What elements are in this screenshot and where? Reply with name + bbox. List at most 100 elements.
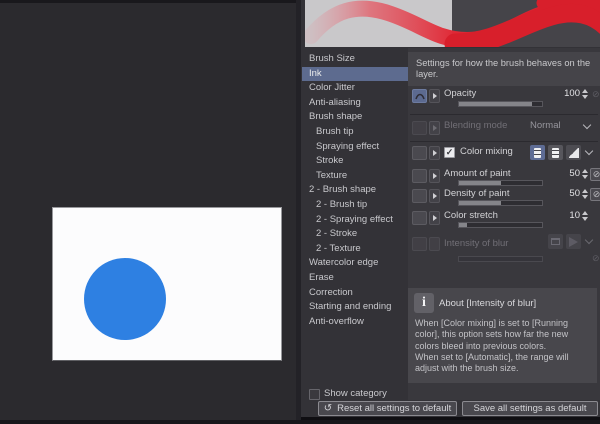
opacity-label: Opacity [444, 88, 477, 99]
chevron-down-icon [584, 235, 594, 245]
density-of-paint-value[interactable]: 50 [550, 188, 580, 199]
opacity-stepper[interactable] [581, 89, 590, 99]
save-button-label: Save all settings as default [473, 403, 587, 414]
triangle-right-icon [432, 150, 437, 156]
stretch-slider[interactable] [458, 222, 543, 228]
stretch-expand-button[interactable] [429, 211, 440, 225]
blending-expand-button[interactable] [429, 121, 440, 135]
category-item-stroke[interactable]: Stroke [302, 154, 410, 169]
category-item-starting-and-ending[interactable]: Starting and ending [302, 300, 410, 315]
blending-mode-value[interactable]: Normal [530, 120, 561, 131]
color-stretch-label: Color stretch [444, 210, 498, 221]
chevron-down-icon[interactable] [584, 146, 594, 156]
stretch-stepper[interactable] [581, 211, 590, 221]
red-stroke-sample-icon [305, 0, 600, 47]
blur-mode-fixed-button [548, 234, 563, 249]
opacity-no-dynamics-icon: ⊘ [592, 89, 600, 99]
category-item-2-spraying-effect[interactable]: 2 - Spraying effect [302, 213, 410, 228]
color-mixing-checkbox[interactable]: ✓ [444, 147, 455, 158]
amount-slider[interactable] [458, 180, 543, 186]
triangle-right-icon [432, 173, 437, 179]
blur-expand-button [429, 237, 440, 251]
density-slider[interactable] [458, 200, 543, 206]
stretch-dynamics-button[interactable] [412, 211, 427, 225]
info-body: When [Color mixing] is set to [Running c… [415, 318, 569, 374]
category-list: Brush Size Ink Color Jitter Anti-aliasin… [302, 52, 410, 329]
opacity-slider-fill [459, 102, 533, 106]
category-item-correction[interactable]: Correction [302, 286, 410, 301]
category-item-erase[interactable]: Erase [302, 271, 410, 286]
panel-divider [296, 0, 301, 424]
density-no-dynamics-button[interactable]: ⊘ [590, 188, 600, 201]
category-item-2-texture[interactable]: 2 - Texture [302, 242, 410, 257]
blur-no-dynamics-icon: ⊘ [592, 253, 600, 263]
color-mixing-label: Color mixing [460, 146, 513, 157]
settings-pane: Settings for how the brush behaves on th… [408, 48, 600, 400]
amount-expand-button[interactable] [429, 169, 440, 183]
color-mixing-expand-button[interactable] [429, 146, 440, 160]
chevron-down-icon[interactable] [582, 120, 592, 130]
category-item-color-jitter[interactable]: Color Jitter [302, 81, 410, 96]
category-item-brush-tip[interactable]: Brush tip [302, 125, 410, 140]
density-stepper[interactable] [581, 189, 590, 199]
blur-slider [458, 256, 543, 262]
reset-all-settings-button[interactable]: ↺ Reset all settings to default [318, 401, 457, 416]
category-item-2-stroke[interactable]: 2 - Stroke [302, 227, 410, 242]
document-canvas[interactable] [52, 207, 282, 361]
show-category-label: Show category [324, 388, 387, 399]
category-item-spraying-effect[interactable]: Spraying effect [302, 140, 410, 155]
info-box: i About [Intensity of blur] When [Color … [408, 288, 597, 383]
reset-icon: ↺ [323, 402, 333, 414]
color-mixing-dynamics-button[interactable] [412, 146, 427, 160]
triangle-right-icon [432, 93, 437, 99]
category-item-ink[interactable]: Ink [302, 66, 410, 82]
category-item-anti-aliasing[interactable]: Anti-aliasing [302, 96, 410, 111]
category-item-brush-shape[interactable]: Brush shape [302, 110, 410, 125]
amount-no-dynamics-button[interactable]: ⊘ [590, 168, 600, 181]
brush-detail-panel: Brush Size Ink Color Jitter Anti-aliasin… [301, 0, 600, 424]
drawn-circle [84, 258, 166, 340]
category-item-brush-size[interactable]: Brush Size [302, 52, 410, 67]
mixing-mode-blur-button[interactable] [548, 145, 563, 160]
category-item-2-brush-tip[interactable]: 2 - Brush tip [302, 198, 410, 213]
separator [410, 114, 598, 115]
density-dynamics-button[interactable] [412, 189, 427, 203]
mixing-mode-running-color-button[interactable] [530, 145, 545, 160]
bottom-edge [0, 420, 600, 424]
color-stretch-value[interactable]: 10 [550, 210, 580, 221]
settings-description: Settings for how the brush behaves on th… [408, 52, 600, 86]
amount-stepper[interactable] [581, 169, 590, 179]
info-title: About [Intensity of blur] [439, 298, 537, 309]
blur-mix-icon [552, 147, 559, 158]
save-all-settings-button[interactable]: Save all settings as default [462, 401, 598, 416]
top-edge [0, 0, 300, 3]
category-item-watercolor-edge[interactable]: Watercolor edge [302, 256, 410, 271]
amount-slider-fill [459, 181, 501, 185]
brush-settings-window: Brush Size Ink Color Jitter Anti-aliasin… [0, 0, 600, 424]
triangle-right-icon [432, 215, 437, 221]
blending-dynamics-button [412, 121, 427, 135]
density-of-paint-label: Density of paint [444, 188, 510, 199]
blending-mode-label: Blending mode [444, 120, 508, 131]
amount-dynamics-button[interactable] [412, 169, 427, 183]
triangle-right-icon [432, 193, 437, 199]
reset-button-label: Reset all settings to default [337, 403, 452, 414]
category-item-anti-overflow[interactable]: Anti-overflow [302, 315, 410, 330]
separator [410, 141, 598, 142]
intensity-of-blur-label: Intensity of blur [444, 238, 509, 249]
amount-of-paint-value[interactable]: 50 [550, 168, 580, 179]
triangle-right-icon [432, 125, 437, 131]
mixing-mode-blend-button[interactable] [566, 145, 581, 160]
density-expand-button[interactable] [429, 189, 440, 203]
show-category-checkbox[interactable] [309, 389, 320, 400]
stretch-slider-fill [459, 223, 468, 227]
opacity-pen-pressure-button[interactable] [412, 89, 427, 103]
opacity-expand-button[interactable] [429, 89, 440, 103]
canvas-area [0, 0, 300, 424]
opacity-slider[interactable] [458, 101, 543, 107]
category-item-texture[interactable]: Texture [302, 169, 410, 184]
blur-dynamics-button [412, 237, 427, 251]
pen-pressure-icon [414, 93, 425, 100]
category-item-2-brush-shape[interactable]: 2 - Brush shape [302, 183, 410, 198]
opacity-value[interactable]: 100 [550, 88, 580, 99]
